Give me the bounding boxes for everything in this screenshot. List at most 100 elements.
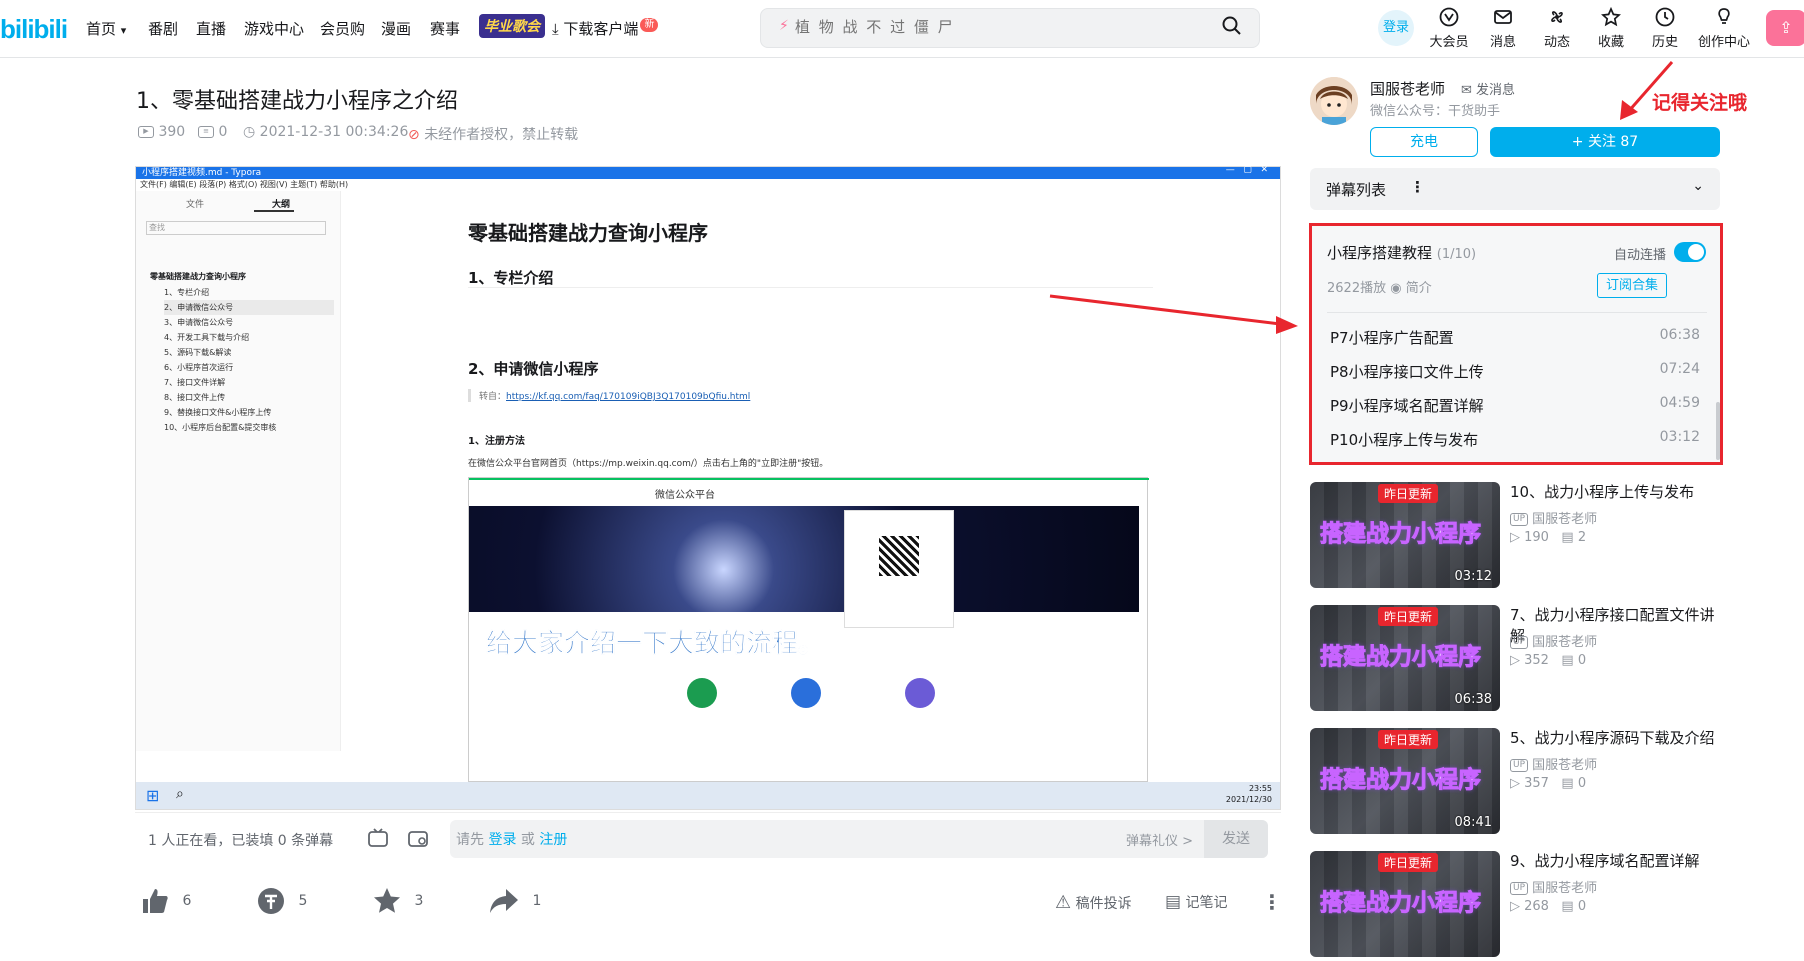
- danmaku-input[interactable]: 请先 登录 或 注册 弹幕礼仪 > 发送: [450, 820, 1268, 858]
- episode-item[interactable]: P8小程序接口文件上传 07:24: [1330, 361, 1700, 382]
- star-icon: [1601, 6, 1621, 27]
- charge-button[interactable]: 充电: [1370, 127, 1478, 157]
- episode-item[interactable]: P9小程序域名配置详解 04:59: [1330, 395, 1700, 416]
- danmaku-count-icon: ▤: [1561, 653, 1574, 668]
- video-thumbnail[interactable]: 昨日更新 搭建战力小程序 03:12: [1310, 482, 1500, 588]
- episode-item[interactable]: P10小程序上传与发布 03:12: [1330, 429, 1700, 450]
- star-icon: [374, 888, 400, 913]
- danmaku-count-icon: ▤: [1561, 776, 1574, 791]
- creator-center-nav[interactable]: 创作中心: [1691, 6, 1757, 50]
- nav-live[interactable]: 直播: [196, 18, 226, 39]
- danmaku-prompt: 请先 登录 或 注册: [456, 829, 567, 849]
- chevron-down-icon[interactable]: ⌄: [1692, 178, 1704, 194]
- follow-button[interactable]: + 关注 87: [1490, 127, 1720, 157]
- recommend-uploader[interactable]: UP 国服苍老师: [1510, 508, 1597, 527]
- danmaku-count-icon: ▤: [1561, 530, 1574, 545]
- recommend-uploader[interactable]: UP 国服苍老师: [1510, 754, 1597, 773]
- bulb-icon: [1718, 8, 1730, 24]
- eye-icon: ◉: [1390, 281, 1402, 296]
- video-player[interactable]: 小程序搭建视频.md - Typora — ▢ ✕ 文件(F) 编辑(E) 段落…: [135, 165, 1281, 810]
- doc-heading-2b: 2、申请微信小程序: [468, 360, 599, 378]
- history-nav[interactable]: 历史: [1637, 6, 1693, 50]
- recommend-uploader[interactable]: UP 国服苍老师: [1510, 877, 1597, 896]
- recommend-uploader[interactable]: UP 国服苍老师: [1510, 631, 1597, 650]
- danmaku-toggle-icon[interactable]: [366, 826, 390, 850]
- chevron-down-icon: ▾: [120, 24, 127, 37]
- recommend-card[interactable]: 昨日更新 搭建战力小程序 08:41 5、战力小程序源码下载及介绍 UP 国服苍老师 ▷ …: [1310, 728, 1730, 838]
- recommend-title[interactable]: 5、战力小程序源码下载及介绍: [1510, 728, 1715, 749]
- recommend-card[interactable]: 昨日更新 搭建战力小程序 9、战力小程序域名配置详解 UP 国服苍老师 ▷ 268 ▤ …: [1310, 851, 1730, 961]
- subscribe-collection-button[interactable]: 订阅合集: [1597, 273, 1667, 298]
- bilibili-logo[interactable]: bilibili: [0, 14, 68, 45]
- nav-esports[interactable]: 赛事: [430, 18, 460, 39]
- uploader-name[interactable]: 国服苍老师: [1370, 78, 1445, 99]
- favorite-count: 3: [414, 893, 424, 909]
- uploader-avatar[interactable]: [1310, 77, 1358, 125]
- danmaku-etiquette-link[interactable]: 弹幕礼仪 >: [1126, 830, 1193, 849]
- dynamics-nav[interactable]: 动态: [1529, 6, 1585, 50]
- intro-link[interactable]: 简介: [1406, 281, 1432, 296]
- login-avatar-button[interactable]: 登录: [1378, 10, 1414, 46]
- top-nav-bar: bilibili 首页 ▾ 番剧 直播 游戏中心 会员购 漫画 赛事 毕业歌会 …: [0, 0, 1804, 58]
- qr-code: [879, 536, 919, 576]
- graduation-concert-banner[interactable]: 毕业歌会: [479, 14, 545, 38]
- play-count-icon: ▷: [1510, 530, 1520, 545]
- miniprogram-icon: [905, 678, 935, 708]
- windows-start-icon: ⊞: [146, 786, 160, 805]
- autoplay-toggle[interactable]: [1674, 242, 1706, 262]
- report-button[interactable]: ⚠ 稿件投诉: [1055, 892, 1132, 913]
- danmaku-list-panel[interactable]: 弹幕列表 ⋮ ⌄: [1310, 168, 1720, 210]
- coin-button[interactable]: 5: [256, 886, 307, 916]
- doc-heading-1: 零基础搭建战力查询小程序: [468, 221, 708, 245]
- play-count-icon: ▷: [1510, 653, 1520, 668]
- vip-nav[interactable]: 大会员: [1421, 6, 1477, 50]
- nav-mall[interactable]: 会员购: [320, 18, 365, 39]
- outline-item: 3、申请微信公众号: [164, 318, 234, 327]
- collection-scrollbar[interactable]: [1716, 402, 1720, 460]
- danmaku-register-link[interactable]: 注册: [539, 832, 567, 848]
- recommend-card[interactable]: 昨日更新 搭建战力小程序 06:38 7、战力小程序接口配置文件讲解 UP 国服苍老师 ▷…: [1310, 605, 1730, 715]
- favorites-nav[interactable]: 收藏: [1583, 6, 1639, 50]
- collection-title[interactable]: 小程序搭建教程 (1/10): [1327, 242, 1476, 263]
- collection-divider: [1327, 312, 1707, 313]
- danmaku-login-link[interactable]: 登录: [488, 832, 516, 848]
- typora-window-title: 小程序搭建视频.md - Typora: [142, 168, 262, 178]
- danmaku-settings-icon[interactable]: [406, 826, 430, 850]
- favorite-button[interactable]: 3: [372, 886, 423, 916]
- notes-label: 记笔记: [1185, 895, 1228, 911]
- send-message-link[interactable]: ✉ 发消息: [1461, 79, 1515, 98]
- like-button[interactable]: 6: [140, 886, 191, 916]
- warning-icon: ⚠: [1055, 892, 1072, 913]
- up-icon: UP: [1510, 636, 1529, 649]
- more-options-icon[interactable]: ⋮: [1262, 890, 1282, 914]
- typora-sidebar: 文件 大纲 查找 零基础搭建战力查询小程序 1、专栏介绍 2、申请微信公众号 3、申…: [136, 191, 341, 751]
- recommend-title[interactable]: 9、战力小程序域名配置详解: [1510, 851, 1715, 872]
- autoplay-toggle-knob: [1688, 244, 1704, 260]
- video-thumbnail[interactable]: 昨日更新 搭建战力小程序: [1310, 851, 1500, 957]
- search-input[interactable]: [795, 18, 1215, 36]
- taskbar-time: 23:55: [1248, 784, 1272, 793]
- up-icon: UP: [1510, 759, 1529, 772]
- nav-download-client[interactable]: ⤓ 下载客户端新: [552, 18, 659, 39]
- recommend-stats: ▷ 190 ▤ 2: [1510, 530, 1587, 545]
- episode-item[interactable]: P7小程序广告配置 06:38: [1330, 327, 1700, 348]
- upload-button[interactable]: ⇪: [1766, 10, 1804, 46]
- notes-button[interactable]: ▤ 记笔记: [1165, 892, 1228, 912]
- send-danmaku-button[interactable]: 发送: [1204, 820, 1268, 858]
- recommend-card[interactable]: 昨日更新 搭建战力小程序 03:12 10、战力小程序上传与发布 UP 国服苍老师 ▷ 1…: [1310, 482, 1730, 592]
- nav-manga[interactable]: 漫画: [381, 18, 411, 39]
- subscription-icon: [687, 678, 717, 708]
- like-count: 6: [182, 893, 192, 909]
- recommend-title[interactable]: 10、战力小程序上传与发布: [1510, 482, 1715, 503]
- video-thumbnail[interactable]: 昨日更新 搭建战力小程序 06:38: [1310, 605, 1500, 711]
- search-icon[interactable]: [1221, 15, 1243, 41]
- messages-nav[interactable]: 消息: [1475, 6, 1531, 50]
- more-vertical-icon[interactable]: ⋮: [1410, 178, 1425, 196]
- vip-icon: [1439, 7, 1459, 27]
- share-button[interactable]: 1: [488, 886, 541, 916]
- video-thumbnail[interactable]: 昨日更新 搭建战力小程序 08:41: [1310, 728, 1500, 834]
- nav-game-center[interactable]: 游戏中心: [244, 18, 304, 39]
- nav-home[interactable]: 首页 ▾: [86, 18, 126, 39]
- window-controls: — ▢ ✕: [1225, 165, 1268, 175]
- nav-anime[interactable]: 番剧: [148, 18, 178, 39]
